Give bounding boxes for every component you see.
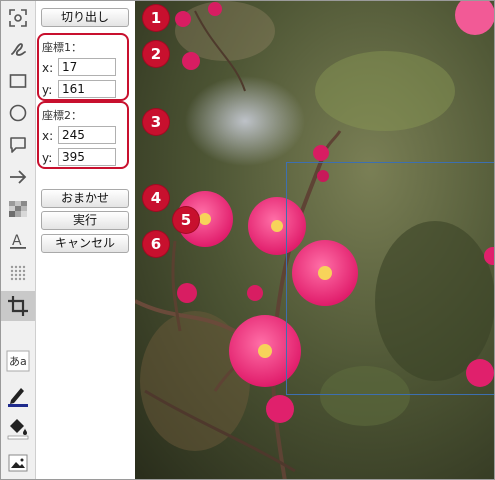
coordinate1-x-label: x: bbox=[42, 61, 54, 75]
text-underline-glyph: A bbox=[12, 233, 22, 249]
pen-icon[interactable] bbox=[5, 383, 31, 409]
callout-2: 2 bbox=[143, 41, 169, 67]
callout-5: 5 bbox=[173, 207, 199, 233]
cutout-button[interactable]: 切り出し bbox=[41, 8, 129, 27]
cancel-button[interactable]: キャンセル bbox=[41, 234, 129, 253]
run-button[interactable]: 実行 bbox=[41, 211, 129, 230]
coordinate2-y-label: y: bbox=[42, 151, 53, 165]
text-font-glyph: あa bbox=[9, 355, 27, 368]
dots-icon[interactable] bbox=[5, 260, 31, 286]
image-icon[interactable] bbox=[5, 450, 31, 476]
crop-settings-panel: 切り出し 座標1： x: 17 y: 161 座標2： x: 245 y: 39… bbox=[36, 1, 134, 479]
arrow-icon[interactable] bbox=[5, 164, 31, 190]
fill-bucket-icon[interactable] bbox=[5, 415, 31, 441]
pen-color-swatch bbox=[8, 404, 28, 407]
coordinate1-y-input[interactable]: 161 bbox=[58, 80, 116, 98]
coordinate2-y-input[interactable]: 395 bbox=[58, 148, 116, 166]
speech-bubble-icon[interactable] bbox=[5, 132, 31, 158]
auto-button[interactable]: おまかせ bbox=[41, 189, 129, 208]
screenshot-region-icon[interactable] bbox=[5, 5, 31, 31]
image-canvas[interactable] bbox=[135, 1, 494, 479]
coordinate1-x-input[interactable]: 17 bbox=[58, 58, 116, 76]
crop-icon[interactable] bbox=[1, 291, 35, 321]
crop-selection-rectangle[interactable] bbox=[286, 162, 494, 395]
app-window: A あa 切り出し 座標1： x: 17 y: 161 座標2： x: 245 … bbox=[0, 0, 495, 480]
mosaic-icon[interactable] bbox=[5, 196, 31, 222]
text-underline-icon[interactable]: A bbox=[5, 228, 31, 254]
coordinate2-x-label: x: bbox=[42, 129, 54, 143]
callout-3: 3 bbox=[143, 109, 169, 135]
coordinate2-title: 座標2： bbox=[42, 109, 82, 122]
rectangle-icon[interactable] bbox=[5, 68, 31, 94]
callout-1: 1 bbox=[143, 5, 169, 31]
freehand-icon[interactable] bbox=[5, 36, 31, 62]
coordinate1-y-label: y: bbox=[42, 83, 53, 97]
callout-6: 6 bbox=[143, 231, 169, 257]
coordinate1-title: 座標1： bbox=[42, 41, 82, 54]
ellipse-icon[interactable] bbox=[5, 100, 31, 126]
text-font-icon[interactable]: あa bbox=[5, 348, 31, 374]
coordinate1-group: 座標1： x: 17 y: 161 bbox=[37, 33, 129, 101]
coordinate2-group: 座標2： x: 245 y: 395 bbox=[37, 101, 129, 169]
tool-palette: A あa bbox=[1, 1, 36, 479]
callout-4: 4 bbox=[143, 185, 169, 211]
coordinate2-x-input[interactable]: 245 bbox=[58, 126, 116, 144]
